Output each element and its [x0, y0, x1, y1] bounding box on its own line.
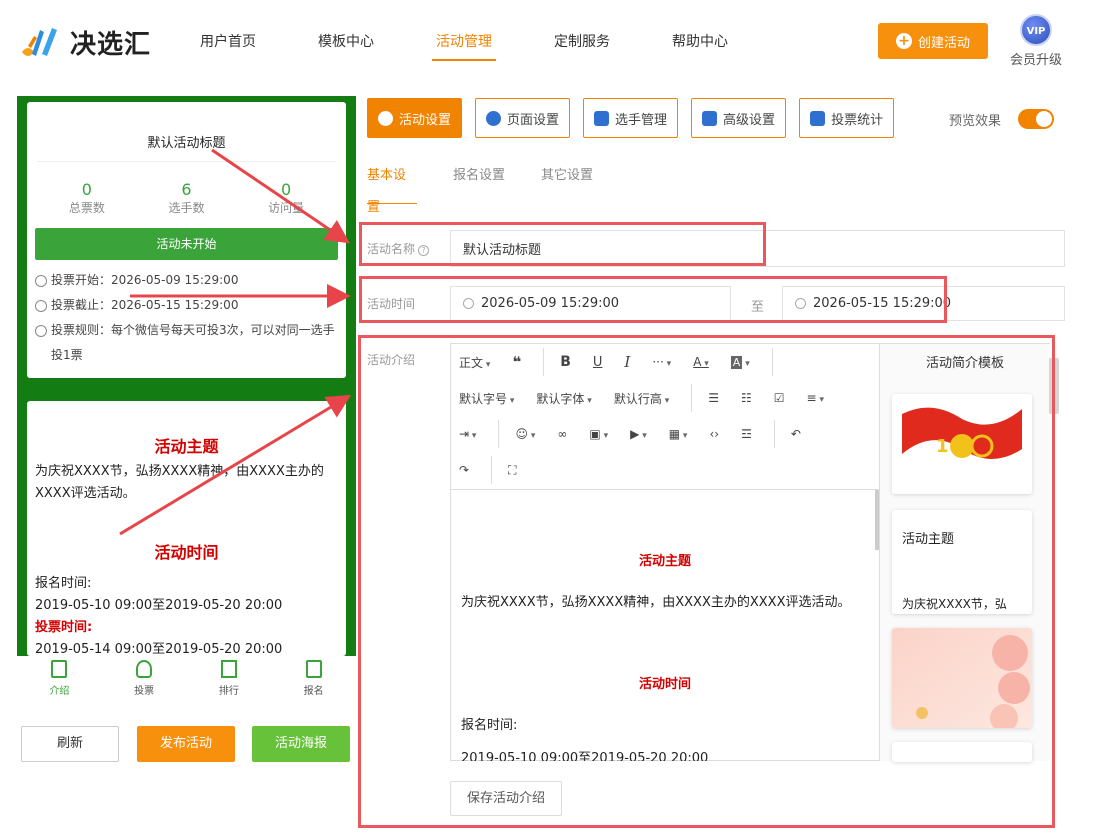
refresh-button[interactable]: 刷新: [21, 726, 119, 762]
button-label: 活动设置: [399, 112, 452, 128]
poster-button[interactable]: 活动海报: [252, 726, 350, 762]
stat-visits: 0 访问量: [246, 180, 326, 216]
preview-stats: 0 总票数 6 选手数 0 访问量: [27, 162, 346, 216]
tab-ranking[interactable]: 排行: [187, 656, 272, 700]
highlight-frame: [358, 335, 1055, 828]
main-nav: 用户首页 模板中心 活动管理 定制服务 帮助中心: [200, 0, 790, 86]
vote-start-line: 投票开始：2026-05-09 15:29:00: [35, 268, 338, 293]
button-label: 高级设置: [723, 112, 776, 128]
stat-value: 0: [281, 180, 292, 199]
nav-activity-manage[interactable]: 活动管理: [432, 0, 496, 86]
users-icon: [594, 110, 610, 126]
stat-label: 选手数: [168, 201, 205, 215]
button-label: 选手管理: [615, 112, 668, 128]
signup-label: 报名时间:: [35, 576, 92, 591]
stat-value: 6: [181, 180, 192, 199]
vip-label: 会员升级: [1009, 53, 1062, 68]
vote-end-text: 投票截止：2026-05-15 15:29:00: [51, 298, 239, 312]
theme-heading: 活动主题: [154, 437, 219, 456]
nav-help[interactable]: 帮助中心: [672, 0, 728, 86]
sliders-icon: [702, 110, 718, 126]
stat-contestants: 6 选手数: [146, 180, 226, 216]
vote-start-text: 投票开始：2026-05-09 15:29:00: [51, 273, 239, 287]
vote-label: 投票时间:: [35, 620, 93, 635]
stat-label: 总票数: [68, 201, 105, 215]
bar-chart-icon: [220, 660, 237, 678]
preview-intro-card: 活动主题 为庆祝XXXX节，弘扬XXXX精神，由XXXX主办的XXXX评选活动。…: [27, 401, 346, 656]
vote-end-line: 投票截止：2026-05-15 15:29:00: [35, 293, 338, 318]
logo-mark-icon: [22, 28, 57, 56]
preview-effect-label: 预览效果: [949, 114, 1002, 129]
vip-upgrade[interactable]: VIP 会员升级: [1006, 14, 1066, 68]
time-heading: 活动时间: [154, 543, 219, 562]
tab-label: 投票: [134, 686, 155, 697]
bar-chart-icon: [810, 110, 826, 126]
clock-icon: [35, 300, 47, 312]
person-icon: [136, 660, 153, 678]
nav-home[interactable]: 用户首页: [200, 0, 256, 86]
gear-icon: [486, 110, 502, 126]
contestant-manage-button[interactable]: 选手管理: [583, 98, 679, 138]
signup-range: 2019-05-10 09:00至2019-05-20 20:00: [35, 598, 283, 613]
vip-badge-icon: VIP: [1020, 14, 1052, 46]
top-header: 决选汇 用户首页 模板中心 活动管理 定制服务 帮助中心 + 创建活动 VIP …: [0, 0, 1100, 86]
tab-basic-settings[interactable]: 基本设置: [367, 160, 417, 215]
button-label: 投票统计: [831, 112, 884, 128]
mobile-preview: 默认活动标题 0 总票数 6 选手数 0 访问量 活动未开始 投票开始：2026…: [17, 96, 356, 656]
nav-templates[interactable]: 模板中心: [318, 0, 374, 86]
brand-name: 决选汇: [70, 29, 152, 60]
nav-custom-service[interactable]: 定制服务: [554, 0, 610, 86]
theme-body: 为庆祝XXXX节，弘扬XXXX精神，由XXXX主办的XXXX评选活动。: [35, 464, 324, 501]
tab-other-settings[interactable]: 其它设置: [541, 160, 593, 204]
tab-signup[interactable]: 报名: [271, 656, 356, 700]
settings-subtabs: 基本设置 报名设置 其它设置: [367, 160, 629, 215]
preview-summary-card: 默认活动标题 0 总票数 6 选手数 0 访问量 活动未开始 投票开始：2026…: [27, 102, 346, 378]
vote-rule-text: 投票规则：每个微信号每天可投3次，可以对同一选手投1票: [51, 323, 335, 362]
activity-status-bar: 活动未开始: [35, 228, 338, 260]
brand-logo[interactable]: 决选汇: [18, 20, 168, 64]
tab-vote[interactable]: 投票: [102, 656, 187, 700]
highlight-frame: [359, 222, 766, 266]
settings-toolbar: 活动设置 页面设置 选手管理 高级设置 投票统计: [367, 98, 907, 138]
vote-range: 2019-05-14 09:00至2019-05-20 20:00: [35, 642, 283, 656]
signup-icon: [305, 660, 322, 678]
tab-intro[interactable]: 介绍: [17, 656, 102, 700]
plus-icon: +: [895, 33, 912, 49]
preview-effect-toggle[interactable]: [1018, 109, 1054, 129]
button-label: 页面设置: [507, 112, 560, 128]
create-activity-label: 创建活动: [917, 35, 970, 51]
stat-value: 0: [81, 180, 92, 199]
tab-signup-settings[interactable]: 报名设置: [453, 160, 505, 204]
page-settings-button[interactable]: 页面设置: [475, 98, 571, 138]
stat-total-votes: 0 总票数: [47, 180, 127, 216]
tab-label: 报名: [303, 686, 324, 697]
create-activity-button[interactable]: + 创建活动: [878, 23, 988, 59]
vote-stats-button[interactable]: 投票统计: [799, 98, 895, 138]
clock-icon: [35, 275, 47, 287]
vote-rule-line: 投票规则：每个微信号每天可投3次，可以对同一选手投1票: [35, 318, 338, 368]
stat-label: 访问量: [268, 201, 305, 215]
preview-tabbar: 介绍 投票 排行 报名: [17, 656, 356, 700]
publish-button[interactable]: 发布活动: [137, 726, 235, 762]
advanced-settings-button[interactable]: 高级设置: [691, 98, 787, 138]
info-icon: [35, 325, 47, 337]
preview-title: 默认活动标题: [37, 102, 336, 162]
tab-label: 排行: [218, 686, 239, 697]
tab-label: 介绍: [49, 686, 70, 697]
intro-icon: [51, 660, 68, 678]
star-icon: [378, 110, 393, 126]
activity-settings-button[interactable]: 活动设置: [367, 98, 463, 138]
highlight-frame: [359, 276, 947, 323]
